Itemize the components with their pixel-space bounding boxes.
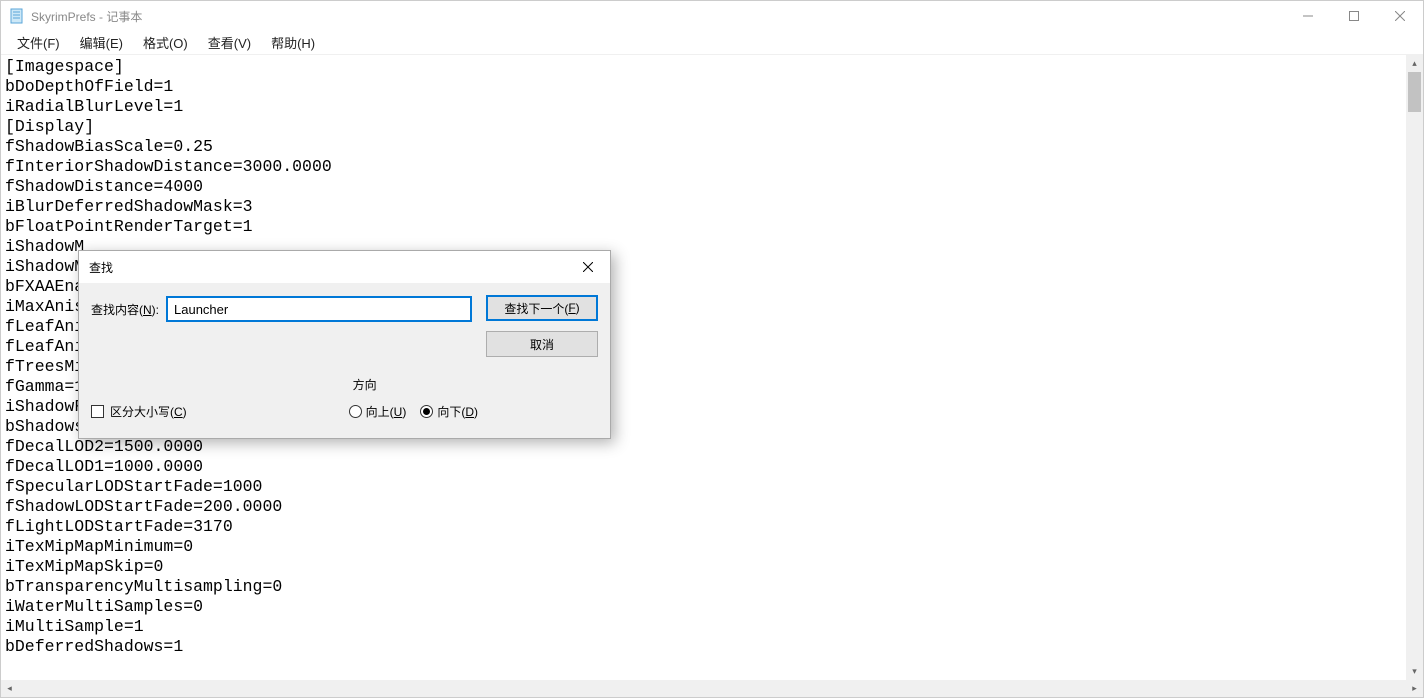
direction-down-radio[interactable]: 向下(D) bbox=[420, 403, 478, 420]
find-title: 查找 bbox=[89, 259, 113, 276]
radio-icon bbox=[349, 405, 362, 418]
hscroll-track[interactable] bbox=[18, 680, 1406, 697]
scroll-down-icon[interactable]: ▾ bbox=[1406, 663, 1423, 680]
notepad-icon bbox=[9, 8, 25, 24]
radio-icon bbox=[420, 405, 433, 418]
scroll-left-icon[interactable]: ◂ bbox=[1, 680, 18, 697]
horizontal-scrollbar[interactable]: ◂ ▸ bbox=[1, 680, 1423, 697]
find-next-button[interactable]: 查找下一个(F) bbox=[486, 295, 598, 321]
menubar: 文件(F) 编辑(E) 格式(O) 查看(V) 帮助(H) bbox=[1, 31, 1423, 55]
menu-format[interactable]: 格式(O) bbox=[133, 31, 198, 54]
window-title: SkyrimPrefs - 记事本 bbox=[31, 8, 142, 25]
find-dialog: 查找 查找内容(N): 查找下一个(F) 取消 区分大小写(C) 方向 bbox=[78, 250, 611, 439]
find-input[interactable] bbox=[167, 297, 471, 321]
menu-help[interactable]: 帮助(H) bbox=[261, 31, 325, 54]
window-controls bbox=[1285, 1, 1423, 31]
direction-down-label: 向下(D) bbox=[437, 403, 478, 420]
maximize-button[interactable] bbox=[1331, 1, 1377, 31]
direction-up-label: 向上(U) bbox=[366, 403, 407, 420]
find-body: 查找内容(N): 查找下一个(F) 取消 区分大小写(C) 方向 向上( bbox=[79, 283, 610, 438]
direction-group: 方向 向上(U) 向下(D) bbox=[349, 376, 478, 420]
checkbox-icon bbox=[91, 405, 104, 418]
find-close-button[interactable] bbox=[566, 251, 610, 283]
menu-file[interactable]: 文件(F) bbox=[7, 31, 70, 54]
menu-edit[interactable]: 编辑(E) bbox=[70, 31, 133, 54]
vertical-scrollbar[interactable]: ▴ ▾ bbox=[1406, 55, 1423, 680]
minimize-button[interactable] bbox=[1285, 1, 1331, 31]
match-case-checkbox[interactable]: 区分大小写(C) bbox=[91, 403, 187, 420]
scroll-thumb[interactable] bbox=[1408, 72, 1421, 112]
scroll-right-icon[interactable]: ▸ bbox=[1406, 680, 1423, 697]
notepad-window: SkyrimPrefs - 记事本 文件(F) 编辑(E) 格式(O) 查看(V… bbox=[0, 0, 1424, 698]
direction-up-radio[interactable]: 向上(U) bbox=[349, 403, 407, 420]
cancel-button[interactable]: 取消 bbox=[486, 331, 598, 357]
match-case-label: 区分大小写(C) bbox=[110, 403, 187, 420]
scroll-up-icon[interactable]: ▴ bbox=[1406, 55, 1423, 72]
find-what-label: 查找内容(N): bbox=[91, 301, 159, 318]
close-button[interactable] bbox=[1377, 1, 1423, 31]
find-titlebar: 查找 bbox=[79, 251, 610, 283]
direction-label: 方向 bbox=[349, 376, 478, 393]
menu-view[interactable]: 查看(V) bbox=[198, 31, 261, 54]
titlebar: SkyrimPrefs - 记事本 bbox=[1, 1, 1423, 31]
